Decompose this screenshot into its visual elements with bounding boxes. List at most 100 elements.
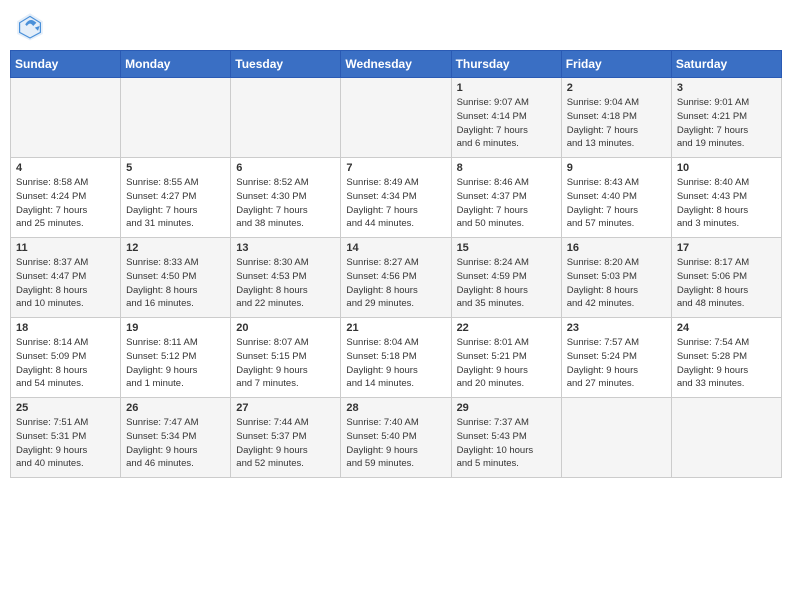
day-info: Sunrise: 8:58 AM Sunset: 4:24 PM Dayligh…: [16, 176, 115, 231]
day-number: 18: [16, 322, 115, 334]
day-info: Sunrise: 8:14 AM Sunset: 5:09 PM Dayligh…: [16, 336, 115, 391]
day-number: 29: [457, 402, 556, 414]
day-cell: 15 Sunrise: 8:24 AM Sunset: 4:59 PM Dayli…: [451, 238, 561, 318]
column-header-wednesday: Wednesday: [341, 51, 451, 78]
day-cell: 18 Sunrise: 8:14 AM Sunset: 5:09 PM Dayli…: [11, 318, 121, 398]
day-info: Sunrise: 7:57 AM Sunset: 5:24 PM Dayligh…: [567, 336, 666, 391]
day-cell: 7 Sunrise: 8:49 AM Sunset: 4:34 PM Daylig…: [341, 158, 451, 238]
day-number: 6: [236, 162, 335, 174]
week-row-2: 4 Sunrise: 8:58 AM Sunset: 4:24 PM Daylig…: [11, 158, 782, 238]
week-row-4: 18 Sunrise: 8:14 AM Sunset: 5:09 PM Dayli…: [11, 318, 782, 398]
day-info: Sunrise: 8:33 AM Sunset: 4:50 PM Dayligh…: [126, 256, 225, 311]
day-cell: 17 Sunrise: 8:17 AM Sunset: 5:06 PM Dayli…: [671, 238, 781, 318]
day-number: 8: [457, 162, 556, 174]
day-number: 19: [126, 322, 225, 334]
day-number: 27: [236, 402, 335, 414]
day-cell: 8 Sunrise: 8:46 AM Sunset: 4:37 PM Daylig…: [451, 158, 561, 238]
day-cell: [341, 78, 451, 158]
day-cell: 10 Sunrise: 8:40 AM Sunset: 4:43 PM Dayli…: [671, 158, 781, 238]
day-number: 10: [677, 162, 776, 174]
day-number: 11: [16, 242, 115, 254]
day-info: Sunrise: 7:51 AM Sunset: 5:31 PM Dayligh…: [16, 416, 115, 471]
week-row-1: 1 Sunrise: 9:07 AM Sunset: 4:14 PM Daylig…: [11, 78, 782, 158]
day-number: 21: [346, 322, 445, 334]
day-number: 12: [126, 242, 225, 254]
column-header-sunday: Sunday: [11, 51, 121, 78]
day-number: 7: [346, 162, 445, 174]
day-cell: 22 Sunrise: 8:01 AM Sunset: 5:21 PM Dayli…: [451, 318, 561, 398]
day-info: Sunrise: 8:04 AM Sunset: 5:18 PM Dayligh…: [346, 336, 445, 391]
day-number: 5: [126, 162, 225, 174]
day-cell: 26 Sunrise: 7:47 AM Sunset: 5:34 PM Dayli…: [121, 398, 231, 478]
day-info: Sunrise: 8:49 AM Sunset: 4:34 PM Dayligh…: [346, 176, 445, 231]
day-info: Sunrise: 7:54 AM Sunset: 5:28 PM Dayligh…: [677, 336, 776, 391]
day-cell: 14 Sunrise: 8:27 AM Sunset: 4:56 PM Dayli…: [341, 238, 451, 318]
header-row: SundayMondayTuesdayWednesdayThursdayFrid…: [11, 51, 782, 78]
day-cell: 9 Sunrise: 8:43 AM Sunset: 4:40 PM Daylig…: [561, 158, 671, 238]
day-number: 3: [677, 82, 776, 94]
day-number: 25: [16, 402, 115, 414]
calendar-table: SundayMondayTuesdayWednesdayThursdayFrid…: [10, 50, 782, 478]
day-number: 28: [346, 402, 445, 414]
column-header-thursday: Thursday: [451, 51, 561, 78]
day-number: 22: [457, 322, 556, 334]
day-info: Sunrise: 9:01 AM Sunset: 4:21 PM Dayligh…: [677, 96, 776, 151]
day-cell: 19 Sunrise: 8:11 AM Sunset: 5:12 PM Dayli…: [121, 318, 231, 398]
day-info: Sunrise: 9:07 AM Sunset: 4:14 PM Dayligh…: [457, 96, 556, 151]
day-info: Sunrise: 8:40 AM Sunset: 4:43 PM Dayligh…: [677, 176, 776, 231]
day-cell: 25 Sunrise: 7:51 AM Sunset: 5:31 PM Dayli…: [11, 398, 121, 478]
day-number: 14: [346, 242, 445, 254]
day-info: Sunrise: 8:52 AM Sunset: 4:30 PM Dayligh…: [236, 176, 335, 231]
day-info: Sunrise: 8:01 AM Sunset: 5:21 PM Dayligh…: [457, 336, 556, 391]
week-row-3: 11 Sunrise: 8:37 AM Sunset: 4:47 PM Dayli…: [11, 238, 782, 318]
page-header: [10, 10, 782, 42]
day-number: 13: [236, 242, 335, 254]
logo: [14, 10, 50, 42]
day-info: Sunrise: 8:30 AM Sunset: 4:53 PM Dayligh…: [236, 256, 335, 311]
day-number: 26: [126, 402, 225, 414]
day-info: Sunrise: 8:17 AM Sunset: 5:06 PM Dayligh…: [677, 256, 776, 311]
day-number: 9: [567, 162, 666, 174]
day-number: 15: [457, 242, 556, 254]
column-header-tuesday: Tuesday: [231, 51, 341, 78]
week-row-5: 25 Sunrise: 7:51 AM Sunset: 5:31 PM Dayli…: [11, 398, 782, 478]
day-cell: 16 Sunrise: 8:20 AM Sunset: 5:03 PM Dayli…: [561, 238, 671, 318]
day-info: Sunrise: 8:20 AM Sunset: 5:03 PM Dayligh…: [567, 256, 666, 311]
day-info: Sunrise: 8:37 AM Sunset: 4:47 PM Dayligh…: [16, 256, 115, 311]
day-info: Sunrise: 7:44 AM Sunset: 5:37 PM Dayligh…: [236, 416, 335, 471]
day-number: 24: [677, 322, 776, 334]
day-number: 4: [16, 162, 115, 174]
day-info: Sunrise: 7:40 AM Sunset: 5:40 PM Dayligh…: [346, 416, 445, 471]
day-info: Sunrise: 8:11 AM Sunset: 5:12 PM Dayligh…: [126, 336, 225, 391]
day-number: 2: [567, 82, 666, 94]
day-cell: 1 Sunrise: 9:07 AM Sunset: 4:14 PM Daylig…: [451, 78, 561, 158]
day-cell: [11, 78, 121, 158]
day-number: 16: [567, 242, 666, 254]
day-cell: 12 Sunrise: 8:33 AM Sunset: 4:50 PM Dayli…: [121, 238, 231, 318]
day-number: 20: [236, 322, 335, 334]
day-cell: 24 Sunrise: 7:54 AM Sunset: 5:28 PM Dayli…: [671, 318, 781, 398]
day-cell: 3 Sunrise: 9:01 AM Sunset: 4:21 PM Daylig…: [671, 78, 781, 158]
day-cell: 28 Sunrise: 7:40 AM Sunset: 5:40 PM Dayli…: [341, 398, 451, 478]
day-cell: 5 Sunrise: 8:55 AM Sunset: 4:27 PM Daylig…: [121, 158, 231, 238]
day-info: Sunrise: 8:43 AM Sunset: 4:40 PM Dayligh…: [567, 176, 666, 231]
day-info: Sunrise: 7:47 AM Sunset: 5:34 PM Dayligh…: [126, 416, 225, 471]
day-number: 23: [567, 322, 666, 334]
day-cell: 20Sunrise: 8:07 AM Sunset: 5:15 PM Dayli…: [231, 318, 341, 398]
logo-icon: [14, 10, 46, 42]
day-cell: 13 Sunrise: 8:30 AM Sunset: 4:53 PM Dayli…: [231, 238, 341, 318]
day-cell: 2 Sunrise: 9:04 AM Sunset: 4:18 PM Daylig…: [561, 78, 671, 158]
day-info: Sunrise: 8:46 AM Sunset: 4:37 PM Dayligh…: [457, 176, 556, 231]
day-info: Sunrise: 7:37 AM Sunset: 5:43 PM Dayligh…: [457, 416, 556, 471]
day-cell: [121, 78, 231, 158]
day-number: 17: [677, 242, 776, 254]
day-info: Sunrise: 8:24 AM Sunset: 4:59 PM Dayligh…: [457, 256, 556, 311]
day-info: Sunrise: 8:27 AM Sunset: 4:56 PM Dayligh…: [346, 256, 445, 311]
day-number: 1: [457, 82, 556, 94]
day-cell: 27 Sunrise: 7:44 AM Sunset: 5:37 PM Dayli…: [231, 398, 341, 478]
day-info: Sunrise: 9:04 AM Sunset: 4:18 PM Dayligh…: [567, 96, 666, 151]
day-cell: 21 Sunrise: 8:04 AM Sunset: 5:18 PM Dayli…: [341, 318, 451, 398]
day-cell: 11 Sunrise: 8:37 AM Sunset: 4:47 PM Dayli…: [11, 238, 121, 318]
day-info: Sunrise: 8:55 AM Sunset: 4:27 PM Dayligh…: [126, 176, 225, 231]
day-cell: 23 Sunrise: 7:57 AM Sunset: 5:24 PM Dayli…: [561, 318, 671, 398]
